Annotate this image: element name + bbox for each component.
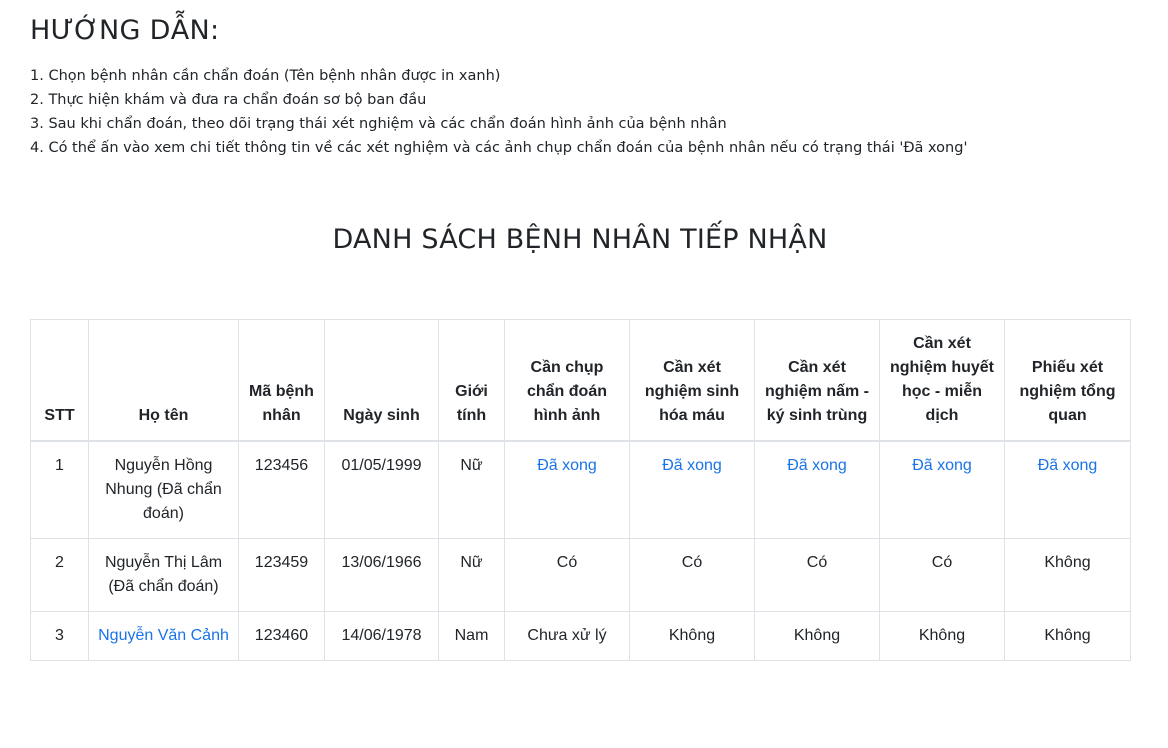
cell-gender: Nam: [438, 611, 505, 661]
cell-imaging: Chưa xử lý: [504, 611, 630, 661]
overview-done-link[interactable]: Đã xong: [1038, 457, 1098, 474]
guide-steps: 1. Chọn bệnh nhân cần chẩn đoán (Tên bện…: [30, 64, 967, 160]
patient-name-link[interactable]: Nguyễn Văn Cảnh: [98, 627, 229, 644]
cell-overview: Đã xong: [1004, 440, 1131, 539]
cell-patient-code: 123460: [238, 611, 325, 661]
table-row: 3 Nguyễn Văn Cảnh 123460 14/06/1978 Nam …: [30, 611, 1131, 661]
header-biochem: Cần xét nghiệm sinh hóa máu: [629, 319, 755, 442]
cell-imaging: Đã xong: [504, 440, 630, 539]
header-overview: Phiếu xét nghiệm tổng quan: [1004, 319, 1131, 442]
cell-name: Nguyễn Hồng Nhung (Đã chẩn đoán): [88, 440, 239, 539]
table-row: 2 Nguyễn Thị Lâm (Đã chẩn đoán) 123459 1…: [30, 538, 1131, 612]
cell-dob: 01/05/1999: [324, 440, 439, 539]
cell-imaging: Có: [504, 538, 630, 612]
patient-list-title: DANH SÁCH BỆNH NHÂN TIẾP NHẬN: [332, 224, 828, 255]
cell-stt: 1: [30, 440, 89, 539]
header-parasite: Cần xét nghiệm nấm - ký sinh trùng: [754, 319, 880, 442]
guide-title: HƯỚNG DẪN:: [30, 15, 220, 46]
cell-stt: 3: [30, 611, 89, 661]
cell-parasite: Đã xong: [754, 440, 880, 539]
header-name: Họ tên: [88, 319, 239, 442]
guide-step-2: 2. Thực hiện khám và đưa ra chẩn đoán sơ…: [30, 92, 427, 108]
guide-section: HƯỚNG DẪN: 1. Chọn bệnh nhân cần chẩn đo…: [30, 12, 967, 160]
cell-biochem: Đã xong: [629, 440, 755, 539]
cell-gender: Nữ: [438, 538, 505, 612]
cell-dob: 14/06/1978: [324, 611, 439, 661]
hematology-done-link[interactable]: Đã xong: [912, 457, 972, 474]
header-hematology: Cần xét nghiệm huyết học - miễn dịch: [879, 319, 1005, 442]
cell-hematology: Có: [879, 538, 1005, 612]
cell-hematology: Không: [879, 611, 1005, 661]
cell-parasite: Không: [754, 611, 880, 661]
cell-hematology: Đã xong: [879, 440, 1005, 539]
imaging-done-link[interactable]: Đã xong: [537, 457, 597, 474]
cell-overview: Không: [1004, 611, 1131, 661]
cell-patient-code: 123456: [238, 440, 325, 539]
table-header-row: STT Họ tên Mã bệnh nhân Ngày sinh Giới t…: [30, 319, 1131, 442]
cell-biochem: Có: [629, 538, 755, 612]
cell-gender: Nữ: [438, 440, 505, 539]
guide-step-3: 3. Sau khi chẩn đoán, theo dõi trạng thá…: [30, 116, 727, 132]
header-gender: Giới tính: [438, 319, 505, 442]
cell-parasite: Có: [754, 538, 880, 612]
cell-overview: Không: [1004, 538, 1131, 612]
cell-name: Nguyễn Thị Lâm (Đã chẩn đoán): [88, 538, 239, 612]
cell-name: Nguyễn Văn Cảnh: [88, 611, 239, 661]
header-dob: Ngày sinh: [324, 319, 439, 442]
cell-patient-code: 123459: [238, 538, 325, 612]
biochem-done-link[interactable]: Đã xong: [662, 457, 722, 474]
guide-step-1: 1. Chọn bệnh nhân cần chẩn đoán (Tên bện…: [30, 68, 501, 84]
table-row: 1 Nguyễn Hồng Nhung (Đã chẩn đoán) 12345…: [30, 440, 1131, 539]
guide-step-4: 4. Có thể ấn vào xem chi tiết thông tin …: [30, 140, 968, 156]
cell-dob: 13/06/1966: [324, 538, 439, 612]
cell-biochem: Không: [629, 611, 755, 661]
cell-stt: 2: [30, 538, 89, 612]
header-patient-code: Mã bệnh nhân: [238, 319, 325, 442]
header-stt: STT: [30, 319, 89, 442]
parasite-done-link[interactable]: Đã xong: [787, 457, 847, 474]
header-imaging: Cần chụp chẩn đoán hình ảnh: [504, 319, 630, 442]
patient-table: STT Họ tên Mã bệnh nhân Ngày sinh Giới t…: [30, 319, 1131, 661]
